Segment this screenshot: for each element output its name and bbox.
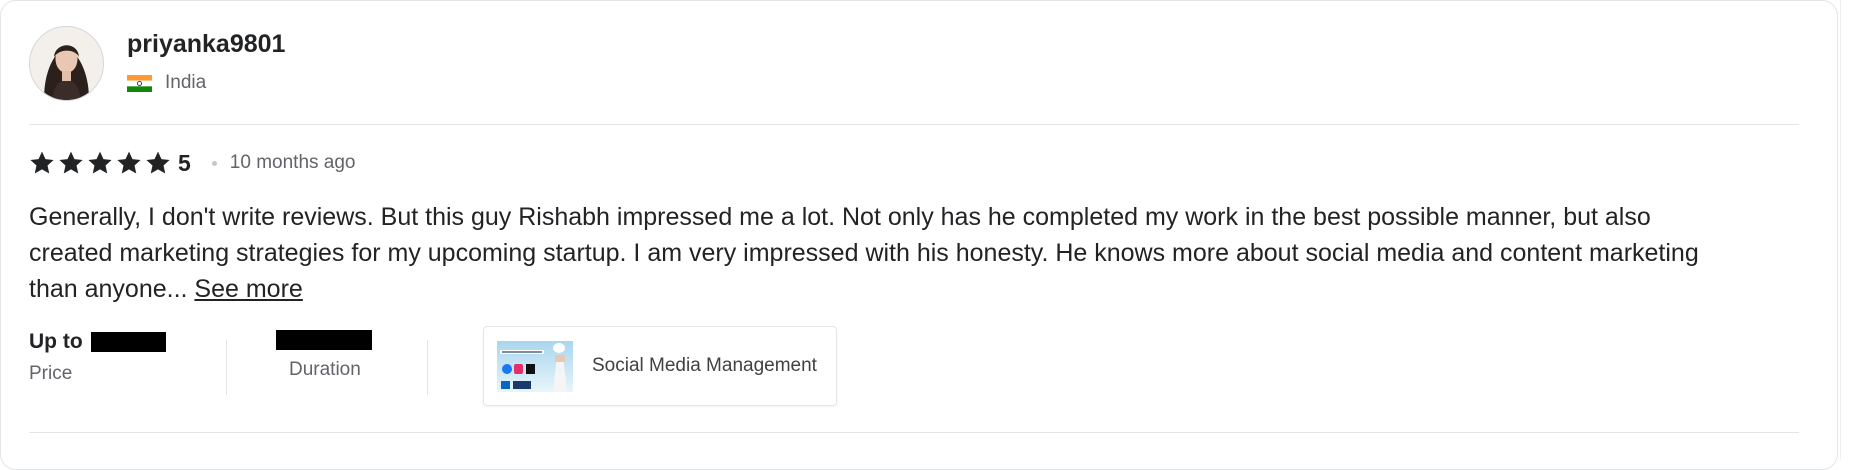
price-label: Price (29, 363, 73, 384)
page-edge (1840, 0, 1841, 460)
duration-label: Duration (289, 359, 361, 380)
price-prefix: Up to (29, 330, 83, 353)
star-icon (146, 151, 170, 174)
reviewer-username[interactable]: priyanka9801 (127, 30, 285, 59)
price-redacted (90, 332, 166, 352)
star-icon (117, 151, 141, 174)
gig-title: Social Media Management (592, 355, 817, 376)
avatar[interactable] (29, 26, 104, 101)
divider (29, 124, 1799, 125)
india-flag-icon (127, 74, 152, 92)
price-info: Up to Price (29, 330, 166, 385)
review-time: 10 months ago (229, 152, 356, 173)
avatar-photo (30, 27, 103, 100)
star-icon (88, 151, 112, 174)
review-text-block: Generally, I don't write reviews. But th… (29, 199, 1729, 307)
gig-card[interactable]: Social Media Management (483, 326, 837, 406)
duration-redacted (276, 330, 372, 350)
star-rating (29, 150, 174, 176)
see-more-link[interactable]: See more (194, 275, 302, 303)
country-name: India (165, 72, 207, 93)
separator-dot (211, 160, 217, 166)
rating-value: 5 (178, 149, 191, 176)
duration-info: Duration (276, 330, 372, 381)
reviewer-country: India (127, 72, 206, 94)
gig-thumbnail (497, 340, 573, 392)
vertical-divider (427, 340, 428, 395)
vertical-divider (226, 340, 227, 395)
divider (29, 432, 1799, 433)
star-icon (59, 151, 83, 174)
rating-row: 5 10 months ago (29, 150, 356, 176)
star-icon (30, 151, 54, 174)
